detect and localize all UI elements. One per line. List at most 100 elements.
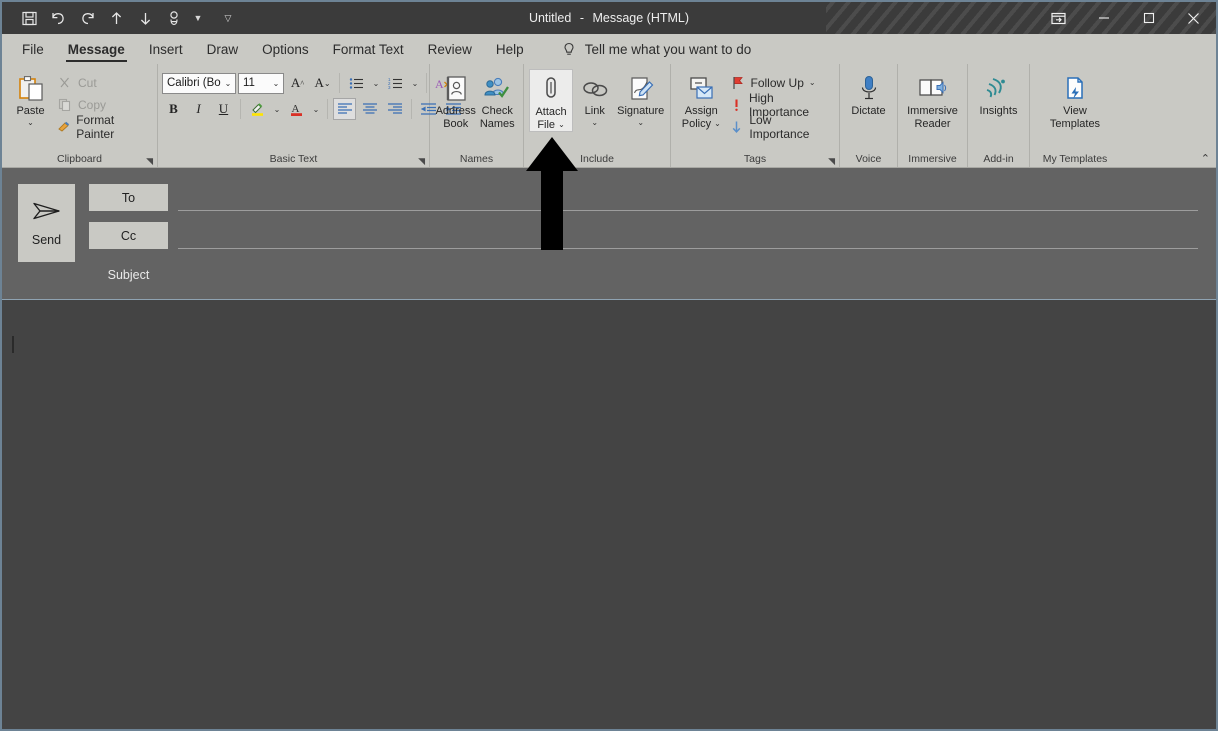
group-label-clipboard: Clipboard ◥ <box>2 151 157 167</box>
group-label-my-templates: My Templates <box>1030 151 1120 167</box>
assign-policy-label-line1: Assign <box>684 105 718 117</box>
send-button[interactable]: Send <box>18 184 75 262</box>
tags-dialog-launcher[interactable]: ◥ <box>828 157 835 166</box>
attach-file-button[interactable]: Attach File ⌄ <box>529 69 574 132</box>
assign-policy-button[interactable]: Assign Policy ⌄ <box>676 69 727 130</box>
cut-label: Cut <box>78 75 97 90</box>
address-book-button[interactable]: Address Book <box>435 69 477 130</box>
immersive-reader-label-line1: Immersive <box>907 105 958 117</box>
chevron-down-icon[interactable]: ⌄ <box>714 119 721 128</box>
next-item-icon[interactable] <box>132 5 158 31</box>
view-templates-label-line2: Templates <box>1049 117 1101 130</box>
ribbon-display-options-icon[interactable] <box>1035 2 1081 34</box>
text-highlight-color-button[interactable] <box>246 98 269 120</box>
tab-options[interactable]: Options <box>250 35 321 64</box>
undo-icon[interactable] <box>45 5 71 31</box>
tab-format-text[interactable]: Format Text <box>321 35 416 64</box>
immersive-reader-label-line2: Reader <box>914 117 951 130</box>
save-icon[interactable] <box>16 5 42 31</box>
signature-button[interactable]: Signature ⌄ <box>616 69 665 127</box>
close-button[interactable] <box>1171 2 1216 34</box>
format-painter-label: Format Painter <box>76 112 115 141</box>
tab-draw[interactable]: Draw <box>195 35 251 64</box>
chevron-down-icon[interactable]: ⌄ <box>409 72 421 94</box>
tab-message[interactable]: Message <box>56 35 137 64</box>
title-separator: - <box>579 11 584 25</box>
clipboard-dialog-launcher[interactable]: ◥ <box>146 157 153 166</box>
link-button[interactable]: Link ⌄ <box>575 69 614 127</box>
font-size-combo[interactable]: 11 ⌄ <box>238 72 284 94</box>
basic-text-label-text: Basic Text <box>269 153 318 165</box>
chevron-down-icon[interactable]: ⌄ <box>310 98 322 120</box>
chevron-down-icon[interactable]: ⌄ <box>637 118 644 127</box>
to-input[interactable] <box>178 184 1198 211</box>
check-names-button[interactable]: Check Names <box>477 69 519 130</box>
chevron-down-icon[interactable]: ⌄ <box>269 79 283 88</box>
tell-me-search[interactable]: Tell me what you want to do <box>562 35 752 64</box>
signature-icon <box>627 73 655 105</box>
redo-icon[interactable] <box>74 5 100 31</box>
low-importance-button[interactable]: Low Importance <box>727 113 834 141</box>
view-templates-icon <box>1062 73 1088 105</box>
immersive-reader-button[interactable]: Immersive Reader <box>903 69 962 130</box>
qat-customize-chevron-icon[interactable]: ▽ <box>220 5 236 31</box>
ribbon-group-clipboard: Paste ⌄ Cut Copy Format Painter Clipboar… <box>2 64 158 167</box>
insights-button[interactable]: Insights <box>973 69 1024 118</box>
insights-label: Insights <box>979 105 1018 117</box>
message-body[interactable] <box>2 299 1216 353</box>
tab-insert[interactable]: Insert <box>137 35 195 64</box>
chevron-down-icon[interactable]: ⌄ <box>221 79 235 88</box>
compose-fields: To Cc Subject <box>75 168 1216 299</box>
collapse-ribbon-button[interactable]: ⌃ <box>1201 152 1210 165</box>
underline-button[interactable]: U <box>212 98 235 120</box>
tell-me-label: Tell me what you want to do <box>584 42 752 57</box>
chevron-down-icon[interactable]: ⌄ <box>558 120 565 129</box>
bullets-button[interactable] <box>345 72 368 94</box>
dictate-button[interactable]: Dictate <box>845 69 892 118</box>
group-label-names: Names <box>430 151 523 167</box>
shrink-font-button[interactable]: A ⌄ <box>311 72 334 94</box>
format-painter-button[interactable]: Format Painter <box>54 113 152 141</box>
font-color-button[interactable]: A <box>285 98 308 120</box>
bold-button[interactable]: B <box>162 98 185 120</box>
chevron-down-icon[interactable]: ⌄ <box>809 78 816 87</box>
font-name-combo[interactable]: Calibri (Boc ⌄ <box>162 72 236 94</box>
align-center-button[interactable] <box>358 98 381 120</box>
subject-input[interactable] <box>178 265 1198 285</box>
paste-button[interactable]: Paste ⌄ <box>7 69 54 127</box>
chevron-down-icon[interactable]: ⌄ <box>271 98 283 120</box>
italic-button[interactable]: I <box>187 98 210 120</box>
basic-text-dialog-launcher[interactable]: ◥ <box>418 157 425 166</box>
link-icon <box>580 73 610 105</box>
cut-button[interactable]: Cut <box>54 72 152 93</box>
chevron-down-icon[interactable]: ▼ <box>190 5 206 31</box>
align-right-button[interactable] <box>383 98 406 120</box>
address-book-label-line1: Address <box>435 105 476 117</box>
chevron-down-icon[interactable]: ⌄ <box>27 118 34 127</box>
title-message-type: Message (HTML) <box>592 11 690 25</box>
to-button[interactable]: To <box>89 184 168 211</box>
previous-item-icon[interactable] <box>103 5 129 31</box>
tab-file[interactable]: File <box>10 35 56 64</box>
align-left-button[interactable] <box>333 98 356 120</box>
numbering-button[interactable]: 1 2 3 <box>384 72 407 94</box>
chevron-down-icon[interactable]: ⌄ <box>591 118 598 127</box>
copy-label: Copy <box>78 97 107 112</box>
check-names-label-line1: Check <box>481 105 513 117</box>
touch-mouse-mode-icon[interactable] <box>161 5 187 31</box>
tab-help[interactable]: Help <box>484 35 536 64</box>
tab-review[interactable]: Review <box>416 35 484 64</box>
chevron-down-icon[interactable]: ⌄ <box>370 72 382 94</box>
ribbon-group-immersive: Immersive Reader Immersive <box>898 64 968 167</box>
view-templates-button[interactable]: View Templates <box>1044 69 1106 130</box>
low-importance-label: Low Importance <box>749 112 810 141</box>
cc-button[interactable]: Cc <box>89 222 168 249</box>
minimize-button[interactable] <box>1081 2 1126 34</box>
paste-icon <box>16 73 46 105</box>
copy-icon <box>56 98 73 111</box>
dictate-label: Dictate <box>851 105 886 117</box>
maximize-button[interactable] <box>1126 2 1171 34</box>
voice-label-text: Voice <box>855 153 882 165</box>
grow-font-button[interactable]: A ^ <box>286 72 309 94</box>
cc-input[interactable] <box>178 222 1198 249</box>
